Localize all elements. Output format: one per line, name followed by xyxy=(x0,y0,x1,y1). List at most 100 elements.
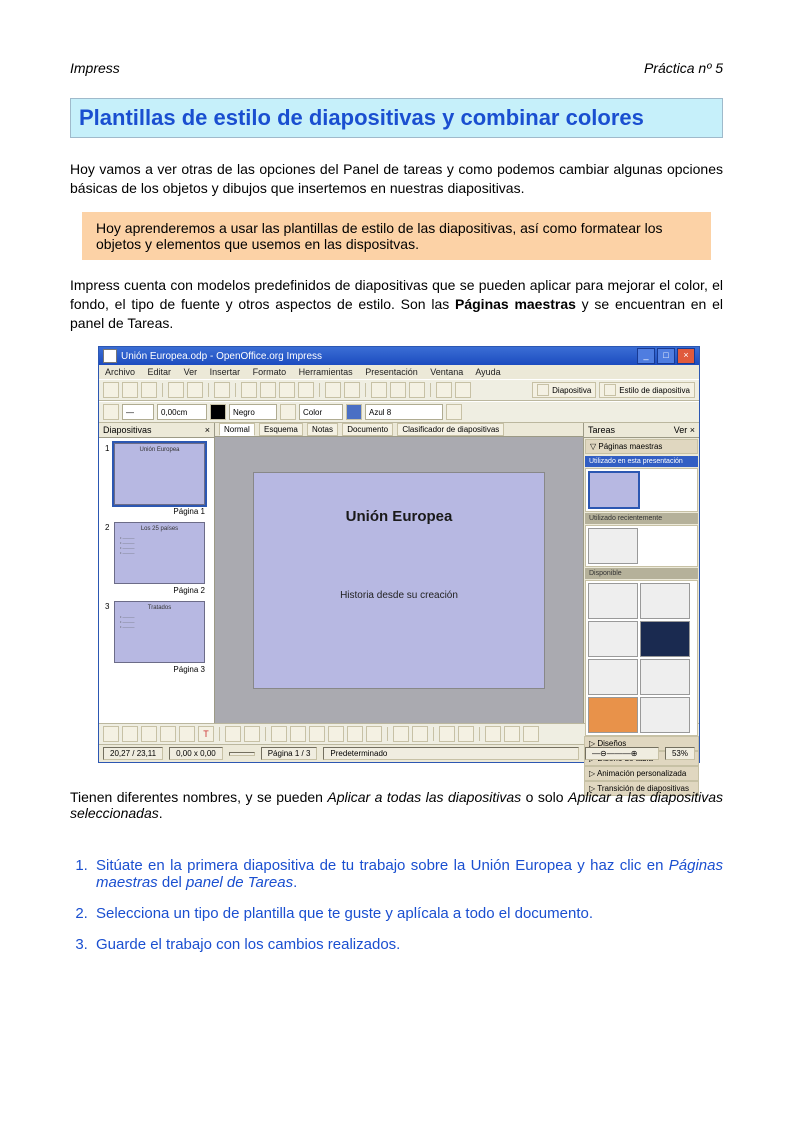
close-button[interactable]: × xyxy=(677,348,695,364)
tasks-view-link[interactable]: Ver xyxy=(674,425,688,435)
tasks-panel: Tareas Ver × ▽ Páginas maestras Utilizad… xyxy=(583,423,699,723)
slide-list: 1 Unión Europea Página 1 2 Los 25 países… xyxy=(99,438,214,723)
master-thumb[interactable] xyxy=(640,659,690,695)
line-color-select[interactable]: Negro xyxy=(229,404,277,420)
redo-icon[interactable] xyxy=(344,382,360,398)
zoom-slider[interactable]: —⊖———⊕ xyxy=(585,747,659,760)
master-thumb[interactable] xyxy=(588,659,638,695)
arrange-icon[interactable] xyxy=(523,726,539,742)
master-thumb[interactable] xyxy=(588,528,638,564)
intro-paragraph: Hoy vamos a ver otras de las opciones de… xyxy=(70,160,723,198)
shadow-icon[interactable] xyxy=(446,404,462,420)
line-color-swatch[interactable] xyxy=(210,404,226,420)
tab-outline[interactable]: Esquema xyxy=(259,423,303,436)
print-icon[interactable] xyxy=(187,382,203,398)
fill-color-swatch[interactable] xyxy=(346,404,362,420)
master-thumb[interactable] xyxy=(588,697,638,733)
line-icon[interactable] xyxy=(122,726,138,742)
custom-animation-section[interactable]: ▷ Animación personalizada xyxy=(584,766,699,781)
points-icon[interactable] xyxy=(393,726,409,742)
fill-icon[interactable] xyxy=(280,404,296,420)
fill-color-select[interactable]: Azul 8 xyxy=(365,404,443,420)
from-file-icon[interactable] xyxy=(458,726,474,742)
stars-icon[interactable] xyxy=(366,726,382,742)
tab-handout[interactable]: Documento xyxy=(342,423,393,436)
menu-presentacion[interactable]: Presentación xyxy=(365,367,418,377)
slides-panel: Diapositivas× 1 Unión Europea Página 1 2… xyxy=(99,423,215,723)
zoom-icon[interactable] xyxy=(436,382,452,398)
menu-archivo[interactable]: Archivo xyxy=(105,367,135,377)
flowchart-icon[interactable] xyxy=(328,726,344,742)
table-icon[interactable] xyxy=(409,382,425,398)
menu-herramientas[interactable]: Herramientas xyxy=(299,367,353,377)
undo-icon[interactable] xyxy=(325,382,341,398)
save-icon[interactable] xyxy=(141,382,157,398)
master-thumb[interactable] xyxy=(640,697,690,733)
basic-shapes-icon[interactable] xyxy=(271,726,287,742)
align-icon[interactable] xyxy=(504,726,520,742)
fontwork-icon[interactable] xyxy=(439,726,455,742)
available-masters: Disponible xyxy=(585,568,698,579)
menu-formato[interactable]: Formato xyxy=(253,367,287,377)
fill-type-select[interactable]: Color xyxy=(299,404,343,420)
tab-sorter[interactable]: Clasificador de diapositivas xyxy=(397,423,504,436)
status-page: Página 1 / 3 xyxy=(261,747,318,760)
connector-icon[interactable] xyxy=(244,726,260,742)
slide-button[interactable]: Diapositiva xyxy=(532,382,596,398)
copy-icon[interactable] xyxy=(260,382,276,398)
rotate-icon[interactable] xyxy=(485,726,501,742)
help-icon[interactable] xyxy=(455,382,471,398)
block-arrows-icon[interactable] xyxy=(309,726,325,742)
text-icon[interactable]: T xyxy=(198,726,214,742)
master-thumb[interactable] xyxy=(640,583,690,619)
status-size: 0,00 x 0,00 xyxy=(169,747,223,760)
line-width-input[interactable]: 0,00cm xyxy=(157,404,207,420)
brush-icon[interactable] xyxy=(298,382,314,398)
curve-icon[interactable] xyxy=(225,726,241,742)
panel-close-icon[interactable]: × xyxy=(205,425,210,435)
spellcheck-icon[interactable] xyxy=(214,382,230,398)
line-style-select[interactable]: — xyxy=(122,404,154,420)
open-icon[interactable] xyxy=(122,382,138,398)
slide-style-button[interactable]: Estilo de diapositiva xyxy=(599,382,695,398)
tab-normal[interactable]: Normal xyxy=(219,423,255,436)
slide-thumb-1[interactable]: 1 Unión Europea xyxy=(114,443,205,505)
paste-icon[interactable] xyxy=(279,382,295,398)
menu-ayuda[interactable]: Ayuda xyxy=(475,367,500,377)
pointer-icon[interactable] xyxy=(103,726,119,742)
thumb-title-2: Los 25 países xyxy=(115,523,204,532)
status-modified-icon xyxy=(229,752,255,756)
master-thumb[interactable] xyxy=(588,471,640,509)
step-3: Guarde el trabajo con los cambios realiz… xyxy=(92,936,723,953)
menu-ventana[interactable]: Ventana xyxy=(430,367,463,377)
slide-thumb-3[interactable]: 3 Tratados • ———• ———• ——— xyxy=(114,601,205,663)
menu-editar[interactable]: Editar xyxy=(148,367,172,377)
ellipse-icon[interactable] xyxy=(179,726,195,742)
cut-icon[interactable] xyxy=(241,382,257,398)
gluepoints-icon[interactable] xyxy=(412,726,428,742)
master-pages-section[interactable]: ▽ Páginas maestras xyxy=(585,439,698,454)
tab-notes[interactable]: Notas xyxy=(307,423,338,436)
minimize-button[interactable]: _ xyxy=(637,348,655,364)
editing-stage[interactable]: Unión Europea Historia desde su creación xyxy=(215,437,583,723)
pdf-icon[interactable] xyxy=(168,382,184,398)
rectangle-icon[interactable] xyxy=(160,726,176,742)
page-title: Plantillas de estilo de diapositivas y c… xyxy=(70,98,723,138)
arrow-dropdown-icon[interactable] xyxy=(103,404,119,420)
current-slide[interactable]: Unión Europea Historia desde su creación xyxy=(253,472,545,689)
slide-thumb-2[interactable]: 2 Los 25 países • ———• ———• ———• ——— xyxy=(114,522,205,584)
callout-shapes-icon[interactable] xyxy=(347,726,363,742)
center-panel: Normal Esquema Notas Documento Clasifica… xyxy=(215,423,583,723)
hyperlink-icon[interactable] xyxy=(390,382,406,398)
master-thumb[interactable] xyxy=(588,583,638,619)
arrow-line-icon[interactable] xyxy=(141,726,157,742)
menu-insertar[interactable]: Insertar xyxy=(210,367,241,377)
chart-icon[interactable] xyxy=(371,382,387,398)
master-thumb[interactable] xyxy=(640,621,690,657)
thumb-caption-2: Página 2 xyxy=(102,586,205,595)
symbol-shapes-icon[interactable] xyxy=(290,726,306,742)
master-thumb[interactable] xyxy=(588,621,638,657)
maximize-button[interactable]: □ xyxy=(657,348,675,364)
new-icon[interactable] xyxy=(103,382,119,398)
menu-ver[interactable]: Ver xyxy=(184,367,198,377)
